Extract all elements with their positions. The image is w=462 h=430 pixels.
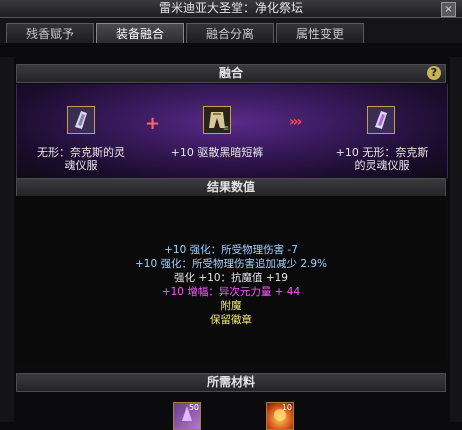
right-frame xyxy=(450,57,462,422)
item-badge: ≡ xyxy=(223,124,229,132)
stat-line: 保留徽章 xyxy=(210,314,252,326)
window-title: 雷米迪亚大圣堂：净化祭坛 xyxy=(158,1,303,15)
window-title-bar: 雷米迪亚大圣堂：净化祭坛 × xyxy=(0,0,462,18)
result-item-name-line2: 的灵魂仪服 xyxy=(354,159,410,172)
stat-line: +10 强化：所受物理伤害追加减少 2.9% xyxy=(134,258,327,270)
results-panel: +10 强化：所受物理伤害 -7 +10 强化：所受物理伤害追加减少 2.9% … xyxy=(16,196,446,366)
results-header-label: 结果数值 xyxy=(206,180,255,194)
material-item-name: +10 驱散黑暗短裤 xyxy=(157,146,277,159)
result-item-name: +10 无形：奈克斯 的灵魂仪服 xyxy=(323,146,441,172)
stat-line: +10 增幅：异次元力量 + 44 xyxy=(161,286,301,298)
tab-fragrance[interactable]: 残香赋予 xyxy=(6,23,94,43)
fusion-header: 融合 ? xyxy=(16,64,446,83)
source-item-name-line2: 魂仪服 xyxy=(64,159,98,172)
material-count: 50 xyxy=(188,403,199,412)
armor-icon xyxy=(368,107,394,133)
material-slot[interactable]: 50 xyxy=(173,402,201,430)
material-item-slot[interactable]: ≡ xyxy=(203,106,231,134)
material-item-name-line1: +10 驱散黑暗短裤 xyxy=(170,146,264,159)
left-frame xyxy=(0,57,14,422)
fusion-header-label: 融合 xyxy=(218,66,243,80)
result-item-name-line1: +10 无形：奈克斯 xyxy=(335,146,429,159)
results-header: 结果数值 xyxy=(16,178,446,197)
result-arrows: ››› xyxy=(289,114,302,130)
tab-equipment-fusion[interactable]: 装备融合 xyxy=(96,23,184,43)
result-item-slot[interactable] xyxy=(367,106,395,134)
source-item-name: 无形：奈克斯的灵 魂仪服 xyxy=(27,146,135,172)
stat-line: 强化 +10：抗魔值 +19 xyxy=(174,272,288,284)
tab-bar: 残香赋予 装备融合 融合分离 属性变更 xyxy=(0,18,462,43)
close-icon[interactable]: × xyxy=(441,2,456,17)
tab-attribute-change[interactable]: 属性变更 xyxy=(276,23,364,43)
stat-line: 附魔 xyxy=(220,300,242,312)
source-item-name-line1: 无形：奈克斯的灵 xyxy=(37,146,125,159)
stat-line: +10 强化：所受物理伤害 -7 xyxy=(164,244,298,256)
armor-icon xyxy=(68,107,94,133)
plus-sign: + xyxy=(145,113,161,134)
help-icon[interactable]: ? xyxy=(427,66,441,80)
fusion-area: 无形：奈克斯的灵 魂仪服 + ≡ +10 驱散黑暗短裤 ››› +10 无形：奈… xyxy=(16,84,448,179)
materials-header: 所需材料 xyxy=(16,373,446,392)
materials-header-label: 所需材料 xyxy=(206,375,255,389)
material-slot[interactable]: 10 xyxy=(266,402,294,430)
material-count: 10 xyxy=(281,403,292,412)
source-item-slot[interactable] xyxy=(67,106,95,134)
tab-fusion-separation[interactable]: 融合分离 xyxy=(186,23,274,43)
